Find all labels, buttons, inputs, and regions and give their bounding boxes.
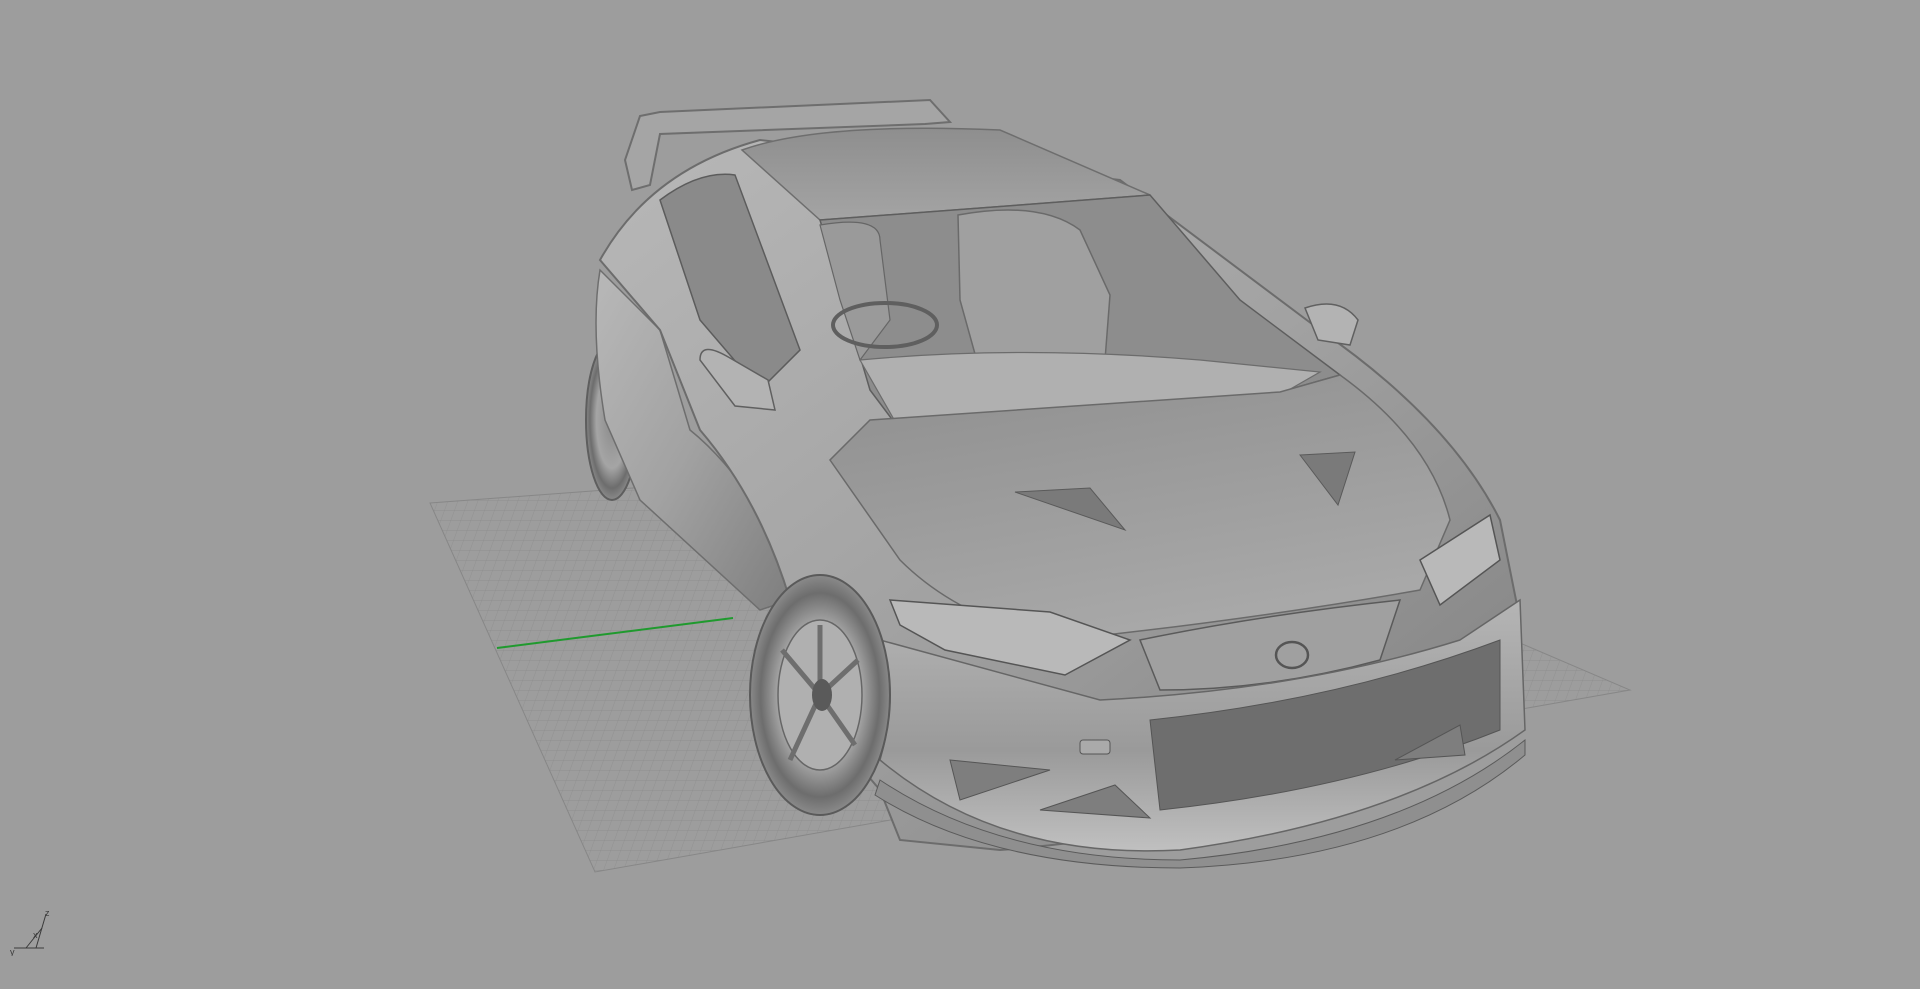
axis-y-label: y [10, 947, 15, 956]
axis-line-z [35, 913, 47, 949]
3d-viewport[interactable]: z y x [0, 0, 1920, 989]
axis-x-label: x [33, 930, 38, 940]
axis-indicator: z y x [10, 908, 50, 956]
scene-canvas[interactable] [0, 0, 1920, 989]
axis-z-label: z [45, 908, 50, 918]
